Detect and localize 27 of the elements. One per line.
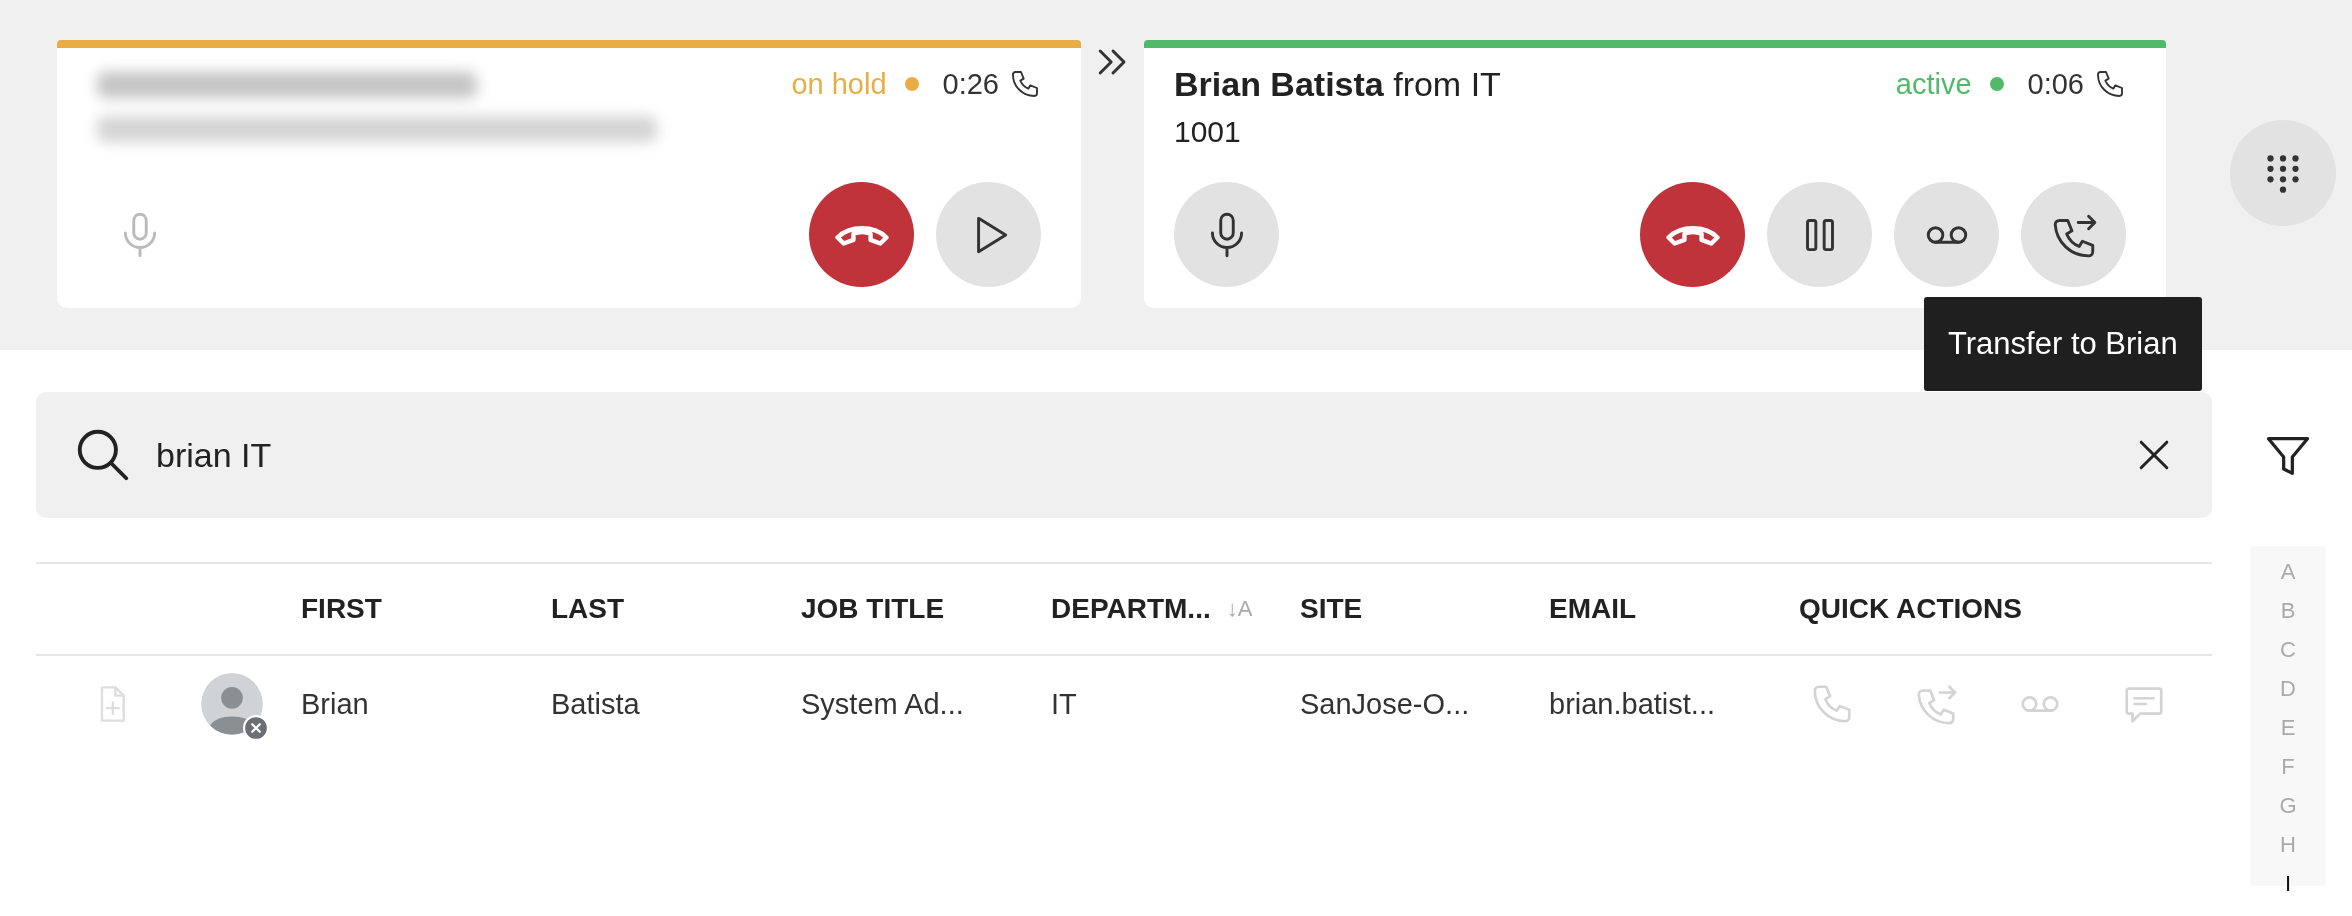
table-cell-text: System Ad... [801, 687, 965, 721]
column-header[interactable]: JOB TITLE [801, 593, 945, 625]
phone-icon [1009, 68, 1041, 100]
column-header[interactable]: QUICK ACTIONS [1799, 593, 2022, 625]
table-cell-text: brian.batist... [1549, 687, 1717, 721]
column-header[interactable]: LAST [551, 593, 625, 625]
call-status: active [1895, 67, 1972, 101]
table-cell-text: IT [1051, 687, 1078, 721]
avatar [201, 673, 263, 735]
search-field[interactable]: brian IT [36, 392, 2212, 518]
table-cell-text: Brian [301, 687, 370, 721]
table-cell-text: Batista [551, 687, 641, 721]
index-letter[interactable]: I [2284, 864, 2292, 903]
caller-number: 1001 [1174, 114, 1242, 150]
column-header[interactable]: FIRST [301, 593, 382, 625]
phone-icon [2094, 68, 2126, 100]
call-timer: 0:06 [2027, 67, 2084, 101]
caller-name: Brian Batista from IT [1174, 64, 1501, 105]
column-header[interactable]: DEPARTM... [1051, 593, 1211, 625]
tooltip: Transfer to Brian [1924, 297, 2202, 391]
hang-up-icon [834, 223, 889, 246]
table-cell-text: SanJose-O... [1300, 687, 1471, 721]
column-header[interactable]: SITE [1300, 593, 1363, 625]
hang-up-icon [1665, 223, 1720, 246]
column-header[interactable]: EMAIL [1549, 593, 1637, 625]
call-status: on hold [791, 67, 887, 101]
call-timer: 0:26 [942, 67, 999, 101]
